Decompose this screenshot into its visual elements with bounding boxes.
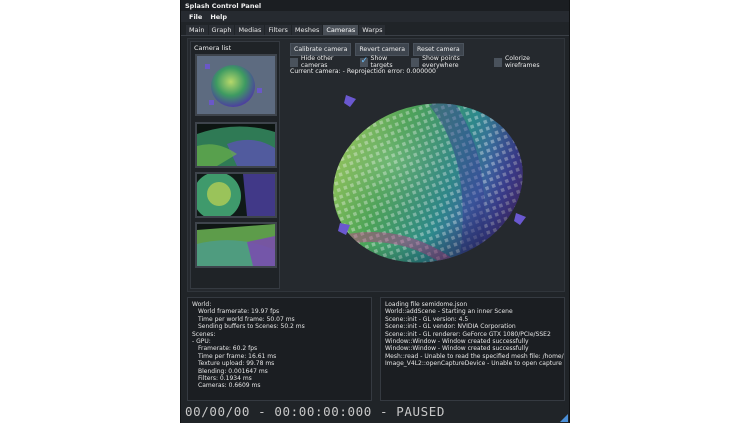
hide-other-cameras-checkbox[interactable] bbox=[290, 57, 298, 67]
log-line: Window::Window - Window created successf… bbox=[385, 345, 529, 353]
show-targets-checkbox[interactable] bbox=[359, 56, 368, 67]
camera-viewport[interactable] bbox=[288, 79, 562, 289]
log-line: Scene::init - GL renderer: GeForce GTX 1… bbox=[385, 330, 551, 338]
camera-list-title: Camera list bbox=[194, 44, 232, 52]
camera-list: Camera list bbox=[190, 41, 280, 289]
camera-thumbnail-2[interactable] bbox=[195, 172, 277, 218]
stat-line: Scenes: bbox=[192, 330, 216, 338]
log-line: Window::Window - Window created successf… bbox=[385, 338, 529, 346]
dome-3d-view bbox=[314, 81, 542, 285]
resize-grip-icon[interactable] bbox=[560, 414, 568, 422]
log-line: Image_V4L2::openCaptureDevice - Unable t… bbox=[385, 360, 565, 368]
option-colorize-wireframes[interactable]: Colorize wireframes bbox=[494, 55, 559, 69]
stat-line: Time per world frame: 50.07 ms bbox=[198, 315, 295, 323]
dome-preview-image bbox=[205, 64, 262, 107]
stats-panel: World: World framerate: 19.97 fps Time p… bbox=[187, 297, 372, 401]
tab-warps[interactable]: Warps bbox=[359, 25, 386, 35]
option-hide-other-cameras[interactable]: Hide other cameras bbox=[290, 55, 355, 69]
cameras-panel: Camera list Calibrate camera Revert came… bbox=[187, 38, 565, 292]
tab-graph[interactable]: Graph bbox=[208, 25, 235, 35]
control-panel-window: Splash Control Panel File Help Main Grap… bbox=[180, 0, 570, 423]
option-show-targets[interactable]: Show targets bbox=[359, 55, 407, 69]
log-line: Scene::init - GL version: 4.5 bbox=[385, 315, 469, 323]
camera-target-marker bbox=[338, 223, 350, 235]
tab-filters[interactable]: Filters bbox=[265, 25, 291, 35]
colorize-wireframes-checkbox[interactable] bbox=[494, 57, 502, 67]
timecode-display: 00/00/00 - 00:00:00:000 - PAUSED bbox=[185, 404, 446, 419]
colorize-wireframes-label: Colorize wireframes bbox=[504, 55, 540, 69]
log-area: World: World framerate: 19.97 fps Time p… bbox=[187, 297, 565, 401]
menu-help[interactable]: Help bbox=[206, 11, 231, 22]
menu-bar: File Help bbox=[181, 11, 569, 22]
stat-line: World framerate: 19.97 fps bbox=[198, 308, 280, 316]
projector-view-image bbox=[197, 124, 275, 166]
stat-line: Cameras: 0.6609 ms bbox=[198, 382, 261, 390]
hide-other-cameras-label: Hide other cameras bbox=[300, 55, 334, 69]
stat-line: - GPU: bbox=[192, 338, 211, 346]
window-title: Splash Control Panel bbox=[181, 0, 569, 11]
stat-line: Blending: 0.001647 ms bbox=[198, 367, 268, 375]
camera-target-marker bbox=[344, 95, 356, 107]
show-points-everywhere-label: Show points everywhere bbox=[422, 55, 460, 69]
stat-line: Texture upload: 99.78 ms bbox=[198, 360, 275, 368]
tab-medias[interactable]: Medias bbox=[235, 25, 265, 35]
log-line: Mesh::read - Unable to read the specifie… bbox=[385, 352, 564, 360]
stat-line: Filters: 0.1934 ms bbox=[198, 375, 252, 383]
log-panel[interactable]: Loading file semidome.json World::addSce… bbox=[380, 297, 565, 401]
camera-target-marker bbox=[514, 213, 526, 225]
tab-main[interactable]: Main bbox=[186, 25, 208, 35]
stat-line: Time per frame: 16.61 ms bbox=[198, 352, 277, 360]
show-points-everywhere-checkbox[interactable] bbox=[411, 57, 420, 67]
log-line: Loading file semidome.json bbox=[385, 301, 468, 308]
option-show-points-everywhere[interactable]: Show points everywhere bbox=[411, 55, 489, 69]
tab-bar: Main Graph Medias Filters Meshes Cameras… bbox=[181, 25, 569, 36]
menu-file[interactable]: File bbox=[185, 11, 206, 22]
log-line: Scene::init - GL vendor: NVIDIA Corporat… bbox=[385, 323, 516, 331]
log-line: World::addScene - Starting an inner Scen… bbox=[385, 308, 513, 316]
projector-view-image bbox=[197, 174, 275, 216]
camera-thumbnail-1[interactable] bbox=[195, 122, 277, 168]
projector-view-image bbox=[197, 224, 275, 266]
stat-line: Sending buffers to Scenes: 50.2 ms bbox=[198, 323, 305, 331]
camera-thumbnail-global[interactable] bbox=[195, 54, 277, 116]
stat-line: World: bbox=[192, 301, 212, 308]
stat-line: Framerate: 60.2 fps bbox=[198, 345, 258, 353]
camera-thumbnail-3[interactable] bbox=[195, 222, 277, 268]
tab-meshes[interactable]: Meshes bbox=[291, 25, 323, 35]
tab-cameras[interactable]: Cameras bbox=[323, 25, 359, 35]
current-camera-status: Current camera: - Reprojection error: 0.… bbox=[290, 68, 436, 75]
camera-options: Hide other cameras Show targets Show poi… bbox=[290, 55, 564, 69]
show-targets-label: Show targets bbox=[370, 55, 393, 69]
